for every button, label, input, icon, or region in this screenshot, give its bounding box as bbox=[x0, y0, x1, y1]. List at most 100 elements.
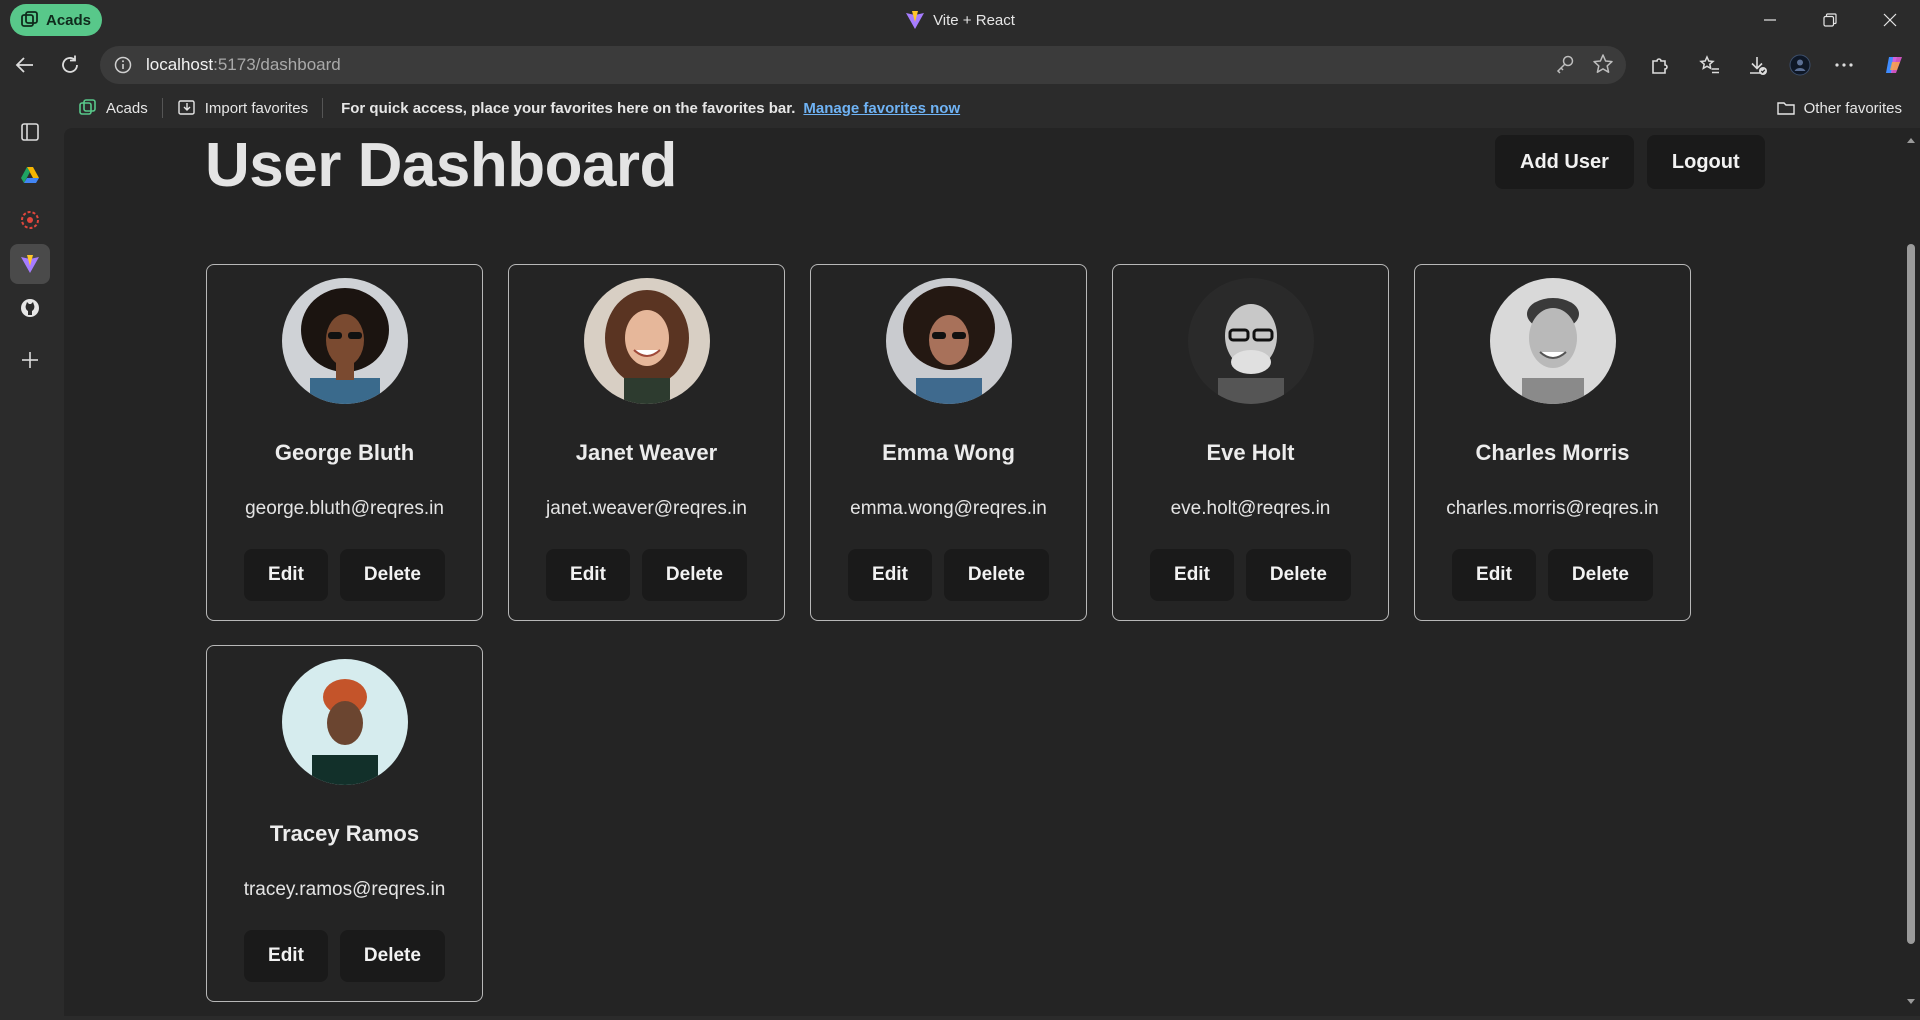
user-card: Eve Holt eve.holt@reqres.in Edit Delete bbox=[1112, 264, 1389, 621]
minimize-button[interactable] bbox=[1740, 0, 1800, 40]
user-card: Charles Morris charles.morris@reqres.in … bbox=[1414, 264, 1691, 621]
refresh-button[interactable] bbox=[53, 48, 87, 82]
extensions-button[interactable] bbox=[1643, 48, 1677, 82]
vite-icon bbox=[21, 255, 39, 273]
google-drive-icon bbox=[21, 167, 39, 183]
site-info-icon[interactable] bbox=[114, 56, 132, 74]
avatar bbox=[584, 278, 710, 404]
favorites-hint: For quick access, place your favorites h… bbox=[341, 99, 796, 117]
edit-button[interactable]: Edit bbox=[244, 930, 328, 982]
user-photo bbox=[886, 278, 1012, 404]
card-actions: Edit Delete bbox=[1415, 549, 1690, 601]
more-dots-icon bbox=[1835, 63, 1853, 67]
import-favorites[interactable]: Import favorites bbox=[163, 98, 322, 118]
back-button[interactable] bbox=[8, 48, 42, 82]
close-window-button[interactable] bbox=[1860, 0, 1920, 40]
close-icon bbox=[1883, 13, 1897, 27]
user-card: Tracey Ramos tracey.ramos@reqres.in Edit… bbox=[206, 645, 483, 1002]
more-options-button[interactable] bbox=[1827, 48, 1861, 82]
favorite-acads[interactable]: Acads bbox=[64, 98, 162, 118]
user-name: Charles Morris bbox=[1475, 440, 1630, 465]
card-actions: Edit Delete bbox=[207, 549, 482, 601]
scroll-down-icon[interactable] bbox=[1906, 996, 1916, 1006]
window-title: Vite + React bbox=[0, 0, 1920, 40]
account-avatar-icon bbox=[1789, 54, 1811, 76]
other-favorites[interactable]: Other favorites bbox=[1776, 90, 1902, 126]
address-bar[interactable]: localhost:5173/dashboard bbox=[100, 46, 1626, 84]
restore-button[interactable] bbox=[1800, 0, 1860, 40]
card-actions: Edit Delete bbox=[1113, 549, 1388, 601]
delete-button[interactable]: Delete bbox=[943, 549, 1049, 601]
user-card: Janet Weaver janet.weaver@reqres.in Edit… bbox=[508, 264, 785, 621]
key-icon[interactable] bbox=[1554, 53, 1576, 75]
tab-actions-button[interactable] bbox=[10, 112, 50, 152]
user-photo bbox=[584, 278, 710, 404]
plus-icon bbox=[22, 352, 38, 368]
delete-button[interactable]: Delete bbox=[1245, 549, 1351, 601]
favorites-star-list-icon bbox=[1699, 55, 1719, 74]
copilot-icon bbox=[1886, 57, 1902, 73]
edit-button[interactable]: Edit bbox=[848, 549, 932, 601]
user-photo bbox=[1490, 278, 1616, 404]
browser-sidebar bbox=[0, 90, 60, 1020]
copilot-button[interactable] bbox=[1877, 48, 1911, 82]
sidebar-vite-app[interactable] bbox=[10, 244, 50, 284]
user-email: tracey.ramos@reqres.in bbox=[243, 879, 446, 900]
user-name: Eve Holt bbox=[1206, 440, 1295, 465]
user-photo bbox=[282, 659, 408, 785]
back-arrow-icon bbox=[15, 57, 33, 73]
minimize-icon bbox=[1764, 19, 1776, 21]
manage-favorites-link[interactable]: Manage favorites now bbox=[803, 100, 960, 117]
page-scrollbar[interactable] bbox=[1902, 128, 1920, 1016]
title-bar: Acads Vite + React bbox=[0, 0, 1920, 40]
github-icon bbox=[21, 299, 39, 317]
sidebar-app-red[interactable] bbox=[10, 200, 50, 240]
import-icon bbox=[178, 100, 195, 115]
card-actions: Edit Delete bbox=[207, 930, 482, 982]
vite-logo-icon bbox=[906, 11, 925, 29]
user-name: George Bluth bbox=[274, 440, 415, 465]
delete-button[interactable]: Delete bbox=[641, 549, 747, 601]
account-avatar-button[interactable] bbox=[1783, 48, 1817, 82]
avatar bbox=[1490, 278, 1616, 404]
user-email: emma.wong@reqres.in bbox=[850, 498, 1047, 519]
url-path: :5173/dashboard bbox=[213, 55, 341, 74]
header-actions: Add User Logout bbox=[1495, 135, 1765, 189]
window-controls bbox=[1740, 0, 1920, 40]
logout-button[interactable]: Logout bbox=[1646, 135, 1765, 189]
navigation-bar: localhost:5173/dashboard bbox=[0, 40, 1920, 90]
refresh-icon bbox=[62, 55, 78, 73]
edit-button[interactable]: Edit bbox=[244, 549, 328, 601]
scrollbar-thumb[interactable] bbox=[1907, 244, 1915, 944]
edit-button[interactable]: Edit bbox=[1452, 549, 1536, 601]
downloads-button[interactable] bbox=[1740, 48, 1774, 82]
sidebar-google-drive[interactable] bbox=[10, 155, 50, 195]
card-actions: Edit Delete bbox=[509, 549, 784, 601]
edit-button[interactable]: Edit bbox=[546, 549, 630, 601]
delete-button[interactable]: Delete bbox=[1547, 549, 1653, 601]
restore-icon bbox=[1823, 13, 1837, 27]
user-email: george.bluth@reqres.in bbox=[245, 498, 444, 519]
window-title-text: Vite + React bbox=[933, 11, 1015, 29]
sidebar-github[interactable] bbox=[10, 288, 50, 328]
user-photo bbox=[282, 278, 408, 404]
star-icon[interactable] bbox=[1592, 53, 1614, 75]
edit-button[interactable]: Edit bbox=[1150, 549, 1234, 601]
scroll-up-icon[interactable] bbox=[1906, 136, 1916, 146]
collection-icon bbox=[79, 99, 96, 115]
favorites-bar: Acads Import favorites For quick access,… bbox=[64, 90, 1920, 126]
pinwheel-icon bbox=[21, 211, 39, 229]
favorites-button[interactable] bbox=[1693, 48, 1727, 82]
card-actions: Edit Delete bbox=[811, 549, 1086, 601]
page-title: User Dashboard bbox=[205, 131, 677, 200]
delete-button[interactable]: Delete bbox=[339, 549, 445, 601]
user-name: Tracey Ramos bbox=[269, 821, 420, 846]
user-name: Janet Weaver bbox=[575, 440, 718, 465]
url-host: localhost bbox=[146, 55, 214, 74]
address-bar-actions bbox=[1554, 53, 1614, 75]
avatar bbox=[1188, 278, 1314, 404]
delete-button[interactable]: Delete bbox=[339, 930, 445, 982]
add-user-button[interactable]: Add User bbox=[1495, 135, 1634, 189]
page-viewport: User Dashboard Add User Logout George Bl… bbox=[64, 128, 1920, 1016]
sidebar-add-button[interactable] bbox=[10, 340, 50, 380]
